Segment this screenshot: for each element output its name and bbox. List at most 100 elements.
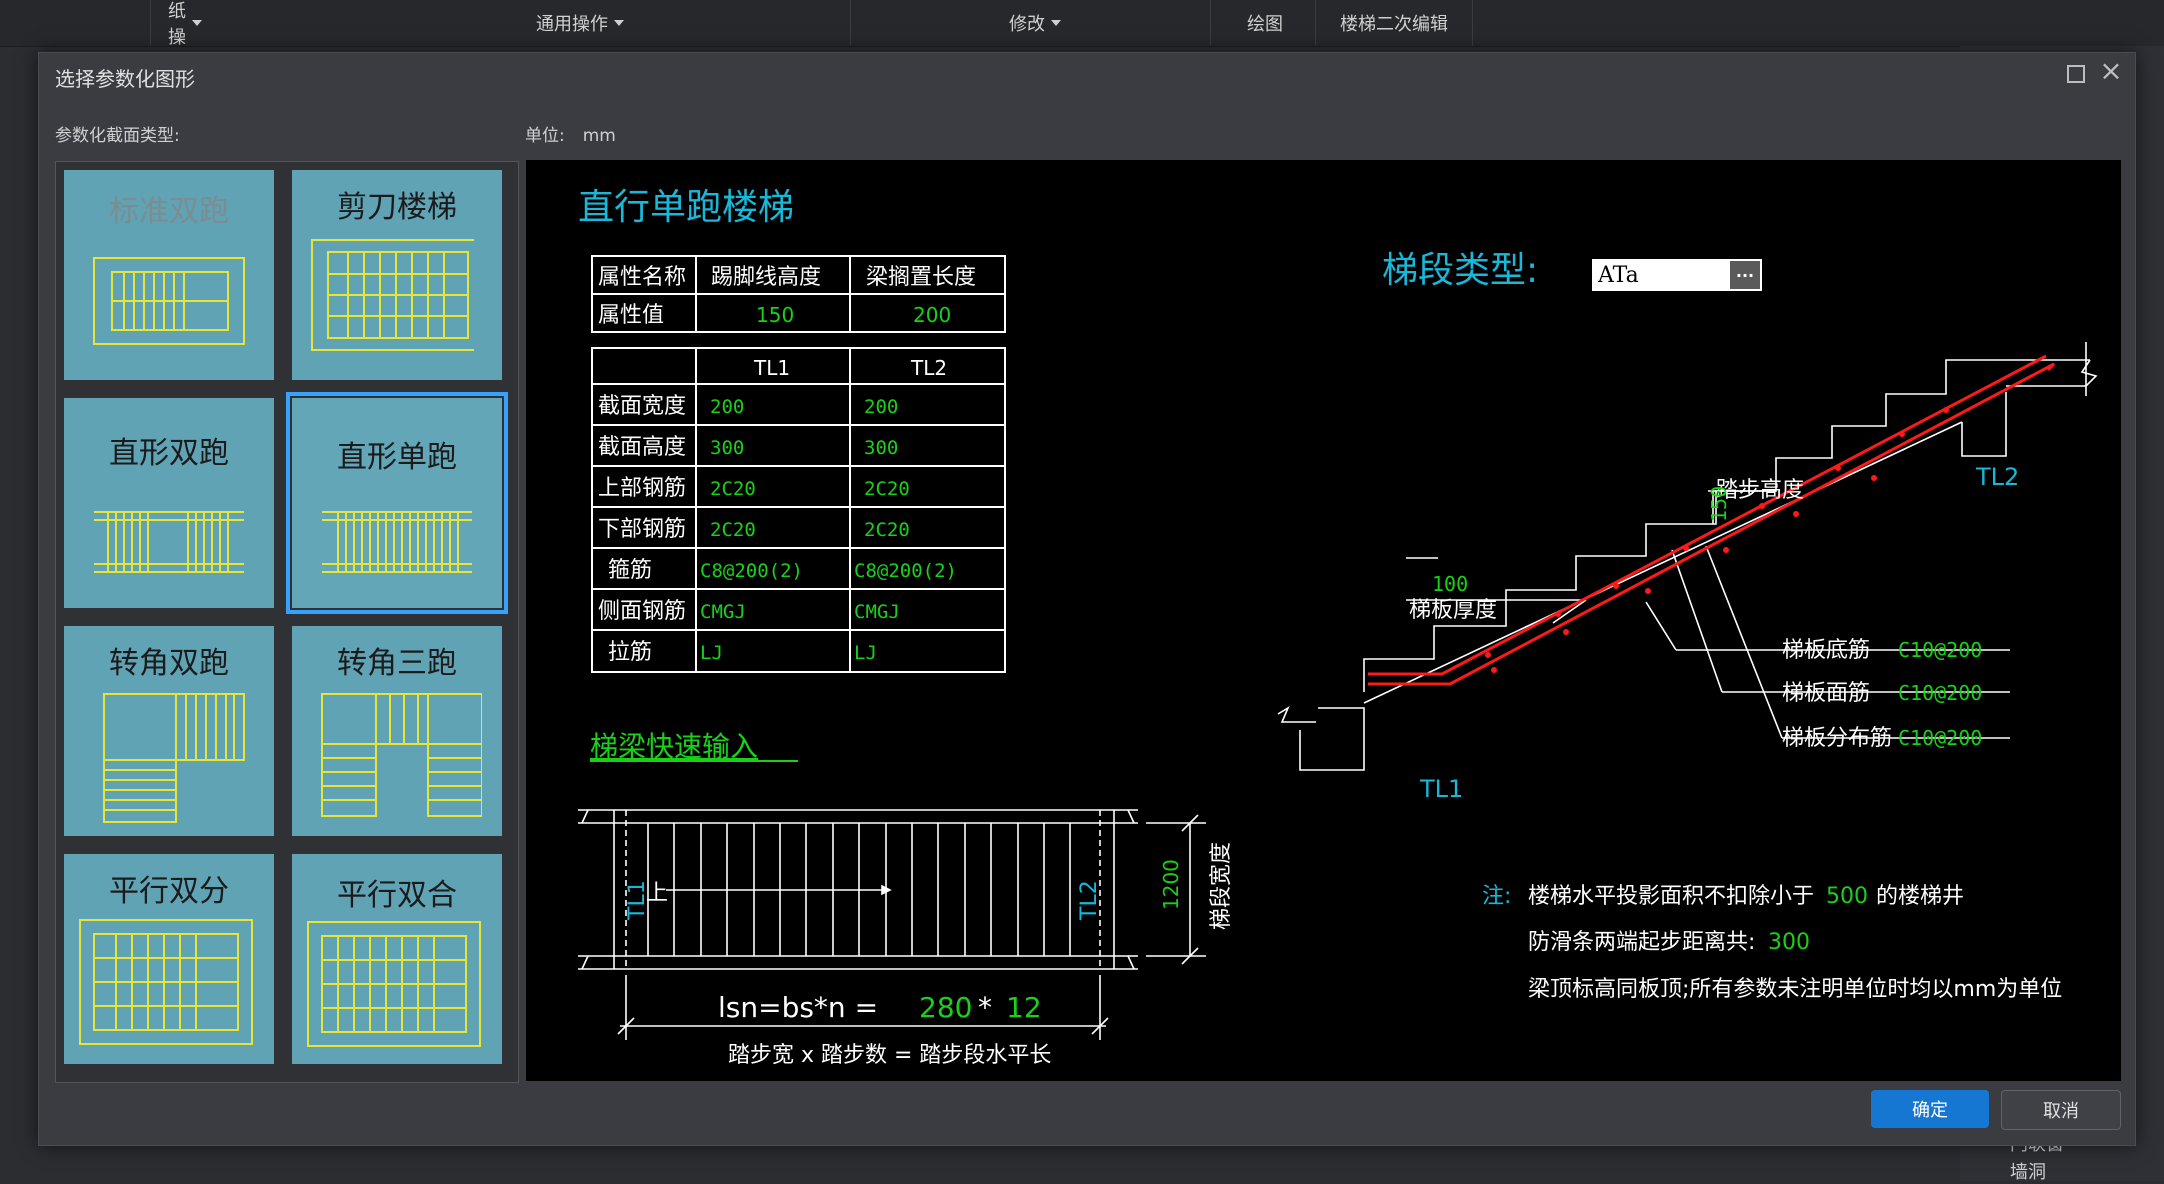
beam-cell: 2C20 xyxy=(710,519,756,541)
more-options-button[interactable]: ··· xyxy=(1730,261,1760,289)
beam-cell: 2C20 xyxy=(864,519,910,541)
section-type-label: 参数化截面类型: xyxy=(55,126,180,146)
top-bar-label: 梯板面筋 xyxy=(1782,681,1870,706)
segment-type-value: ATa xyxy=(1598,262,1639,288)
straight-double-run-icon xyxy=(94,511,244,573)
stair-parameter-canvas: 直行单跑楼梯 属性名称 踢脚线高度 梁搁置长度 属性值 150 200 TL1 … xyxy=(526,160,2121,1081)
plan-up-label: 上 xyxy=(646,881,668,906)
thumb-straight-single-run[interactable]: 直形单跑 xyxy=(286,392,508,614)
stair-parameter-drawing: 属性名称 踢脚线高度 梁搁置长度 属性值 150 200 TL1 TL2 截面宽… xyxy=(578,250,2098,1068)
thumb-parallel-double-split[interactable]: 平行双分 xyxy=(64,854,274,1064)
beam-cell: CMGJ xyxy=(700,601,746,623)
corner-double-run-icon xyxy=(103,693,245,823)
thumb-corner-triple-run[interactable]: 转角三跑 xyxy=(292,626,502,836)
standard-double-run-icon xyxy=(93,257,245,345)
beam-cell: 200 xyxy=(864,396,898,418)
shape-thumbnail-list: 标准双跑 剪刀楼梯 直形双跑 直形单跑 转角双跑 转角三跑 平行双分 平行双合 xyxy=(55,161,519,1083)
section-tl2-label: TL2 xyxy=(1975,463,2019,491)
thumb-standard-double-run[interactable]: 标准双跑 xyxy=(64,170,274,380)
note-line2: 防滑条两端起步距离共: xyxy=(1528,930,1755,955)
app-toolbar: 图纸操作 通用操作 修改 绘图 楼梯二次编辑 xyxy=(0,0,2164,74)
toolbar-group-label: 修改 xyxy=(1009,14,1045,35)
note-line3: 梁顶标高同板顶;所有参数未注明单位时均以mm为单位 xyxy=(1528,977,2062,1002)
beam-cell: 300 xyxy=(864,437,898,459)
thumb-label: 直形双跑 xyxy=(109,436,229,471)
toolbar-group-label: 绘图 xyxy=(1247,14,1283,35)
bottom-bar-value: C10@200 xyxy=(1898,638,1982,662)
scissor-stair-icon xyxy=(311,239,474,351)
props-header-kick: 踢脚线高度 xyxy=(711,265,821,290)
thumb-label: 转角双跑 xyxy=(109,646,229,681)
plan-tl2-label: TL2 xyxy=(1077,880,1102,921)
toolbar-group-label: 楼梯二次编辑 xyxy=(1340,14,1448,35)
maximize-icon[interactable] xyxy=(2067,65,2085,83)
stair-plan-view xyxy=(578,809,1206,1040)
beam-cell: CMGJ xyxy=(854,601,900,623)
toolbar-group-draw[interactable]: 绘图 xyxy=(1215,0,1316,46)
beam-cell: C8@200(2) xyxy=(700,560,803,582)
props-seat-value: 200 xyxy=(913,303,951,327)
confirm-button[interactable]: 确定 xyxy=(1871,1090,1989,1128)
note-line2-value: 300 xyxy=(1768,930,1810,955)
slab-thickness-label: 梯板厚度 xyxy=(1409,598,1497,623)
plan-width-value: 1200 xyxy=(1159,859,1183,910)
thumb-corner-double-run[interactable]: 转角双跑 xyxy=(64,626,274,836)
corner-triple-run-icon xyxy=(321,693,482,817)
dialog-title: 选择参数化图形 xyxy=(55,67,195,91)
background-tree-item: 墙洞 xyxy=(2010,1162,2046,1183)
section-tl1-label: TL1 xyxy=(1419,775,1463,803)
props-row-label: 属性值 xyxy=(598,303,664,328)
note-prefix: 注: xyxy=(1482,884,1511,909)
beam-row-label: 箍筋 xyxy=(608,558,652,583)
thumb-straight-double-run[interactable]: 直形双跑 xyxy=(64,398,274,608)
beam-quick-input-link[interactable]: 梯梁快速输入 xyxy=(590,730,758,763)
chevron-down-icon xyxy=(192,20,202,26)
beam-row-label: 截面高度 xyxy=(598,435,686,460)
beam-row-label: 上部钢筋 xyxy=(598,476,686,501)
beam-cell: 2C20 xyxy=(710,478,756,500)
cancel-button[interactable]: 取消 xyxy=(2001,1090,2121,1130)
thumb-label: 标准双跑 xyxy=(109,194,229,229)
formula-caption: 踏步宽 x 踏步数 = 踏步段水平长 xyxy=(728,1043,1051,1068)
formula-step-width: 280 xyxy=(919,991,972,1024)
formula-step-count: 12 xyxy=(1006,991,1042,1024)
close-icon[interactable]: × xyxy=(2097,57,2125,85)
props-header-seat: 梁搁置长度 xyxy=(866,265,976,290)
unit-label-text: 单位: xyxy=(525,126,565,146)
toolbar-group-modify[interactable]: 修改 xyxy=(860,0,1211,46)
props-header-name: 属性名称 xyxy=(598,265,686,290)
chevron-down-icon xyxy=(614,20,624,26)
beam-cell: C8@200(2) xyxy=(854,560,957,582)
thumb-label: 剪刀楼梯 xyxy=(337,190,457,225)
thumb-label: 平行双合 xyxy=(337,878,457,913)
segment-type-label: 梯段类型: xyxy=(1382,250,1538,291)
thumb-label: 平行双分 xyxy=(109,874,229,909)
beam-cell: LJ xyxy=(854,642,877,664)
beam-cell: 300 xyxy=(710,437,744,459)
top-bar-value: C10@200 xyxy=(1898,681,1982,705)
thumb-scissor-stair[interactable]: 剪刀楼梯 xyxy=(292,170,502,380)
beam-row-label: 下部钢筋 xyxy=(598,517,686,542)
straight-single-run-icon xyxy=(322,511,472,573)
plan-width-label: 梯段宽度 xyxy=(1209,842,1234,930)
slab-thickness-value: 100 xyxy=(1432,572,1468,596)
formula-op: * xyxy=(978,991,992,1024)
beam-row-label: 截面宽度 xyxy=(598,394,686,419)
segment-type-input[interactable]: ATa ··· xyxy=(1592,259,1762,291)
thumb-label: 直形单跑 xyxy=(337,440,457,475)
props-kick-value: 150 xyxy=(756,303,794,327)
toolbar-group-common-ops[interactable]: 通用操作 xyxy=(450,0,851,46)
select-parametric-shape-dialog: 选择参数化图形 × 参数化截面类型: 单位: mm 标准双跑 剪刀楼梯 直形双跑… xyxy=(38,52,2136,1146)
note-line1-b: 的楼梯井 xyxy=(1876,884,1964,909)
formula-prefix: lsn=bs*n = xyxy=(718,991,878,1024)
toolbar-group-stair-edit[interactable]: 楼梯二次编辑 xyxy=(1316,0,1473,46)
beam-col-tl1: TL1 xyxy=(753,356,790,380)
beam-cell: 200 xyxy=(710,396,744,418)
dist-bar-label: 梯板分布筋 xyxy=(1782,726,1892,751)
step-height-value: 150 xyxy=(1707,486,1731,522)
toolbar-group-drawing-ops[interactable]: 图纸操作 xyxy=(0,0,202,74)
thumb-parallel-double-merge[interactable]: 平行双合 xyxy=(292,854,502,1064)
thumb-label: 转角三跑 xyxy=(337,646,457,681)
parallel-double-merge-icon xyxy=(307,921,481,1047)
beam-col-tl2: TL2 xyxy=(910,356,947,380)
